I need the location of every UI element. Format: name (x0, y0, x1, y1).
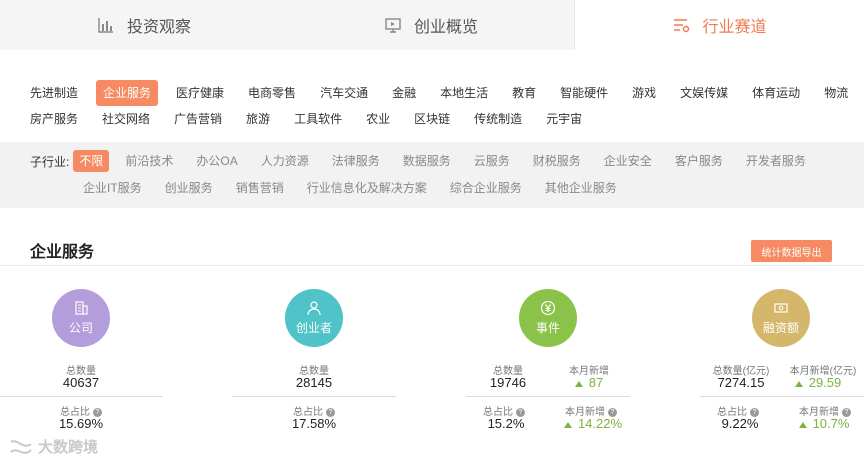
industry-row: 房产服务 社交网络 广告营销 旅游 工具软件 农业 区块链 传统制造 元宇宙 (30, 106, 850, 132)
building-icon (75, 301, 88, 315)
industry-item[interactable]: 房产服务 (30, 106, 78, 132)
divider (700, 396, 864, 397)
founder-ratio-value: 17.58% (291, 416, 337, 431)
sub-industry-item[interactable]: 开发者服务 (746, 150, 806, 172)
sub-industry-item[interactable]: 数据服务 (403, 150, 451, 172)
funding-stat-circle: 融资额 (752, 289, 810, 347)
watermark-text: 大数跨境 (38, 439, 99, 456)
event-label: 事件 (535, 321, 560, 335)
sub-industry-item[interactable]: 办公OA (196, 150, 237, 172)
sub-industry-item[interactable]: 企业安全 (604, 150, 652, 172)
industry-item[interactable]: 先进制造 (30, 80, 78, 106)
industry-item[interactable]: 广告营销 (174, 106, 222, 132)
event-month-ratio-value: 14.22% (553, 416, 633, 431)
company-label: 公司 (68, 321, 93, 335)
sub-industry-item[interactable]: 销售营销 (236, 177, 284, 199)
industry-item[interactable]: 社交网络 (102, 106, 150, 132)
sub-industry-label: 子行业: (30, 154, 70, 169)
industry-item[interactable]: 工具软件 (294, 106, 342, 132)
sub-industry-row: 子行业: 不限 前沿技术 办公OA 人力资源 法律服务 数据服务 云服务 财税服… (30, 150, 829, 172)
sub-industry-item-active[interactable]: 不限 (73, 150, 110, 172)
tab-label: 投资观察 (126, 19, 191, 36)
funding-label: 融资额 (762, 321, 799, 335)
funding-total-value: 7274.15 (717, 375, 765, 390)
filter-list-icon (674, 19, 690, 33)
money-bill-icon (774, 303, 788, 313)
funding-month-value: 29.59 (778, 375, 858, 390)
watermark-logo-icon (10, 439, 32, 454)
top-tab-bar: 投资观察 创业概览 行业赛道 (0, 0, 864, 50)
industry-item[interactable]: 医疗健康 (176, 80, 224, 106)
industry-item[interactable]: 汽车交通 (320, 80, 368, 106)
presentation-icon (385, 18, 401, 33)
export-stats-button[interactable]: 统计数据导出 (751, 240, 832, 262)
industry-item[interactable]: 传统制造 (474, 106, 522, 132)
sub-industry-item[interactable]: 综合企业服务 (450, 177, 522, 199)
founder-total-value: 28145 (295, 375, 333, 390)
industry-item[interactable]: 电商零售 (248, 80, 296, 106)
industry-row: 先进制造 企业服务 医疗健康 电商零售 汽车交通 金融 本地生活 教育 智能硬件… (30, 80, 850, 106)
funding-ratio-value: 9.22% (721, 416, 759, 431)
sub-industry-item[interactable]: 财税服务 (533, 150, 581, 172)
industry-item[interactable]: 本地生活 (440, 80, 488, 106)
industry-item[interactable]: 游戏 (632, 80, 656, 106)
industry-item[interactable]: 教育 (512, 80, 536, 106)
sub-industry-item[interactable]: 云服务 (474, 150, 510, 172)
company-total-value: 40637 (62, 375, 100, 390)
industry-item[interactable]: 文娱传媒 (680, 80, 728, 106)
sub-industry-row: 企业IT服务 创业服务 销售营销 行业信息化及解决方案 综合企业服务 其他企业服… (83, 177, 640, 199)
industry-item[interactable]: 智能硬件 (560, 80, 608, 106)
tab-startup-overview[interactable]: 创业概览 (288, 0, 574, 50)
event-month-value: 87 (549, 375, 629, 390)
up-arrow-icon (563, 421, 572, 428)
industry-item[interactable]: 金融 (392, 80, 416, 106)
sub-industry-item[interactable]: 创业服务 (165, 177, 213, 199)
industry-item[interactable]: 物流 (824, 80, 848, 106)
up-arrow-icon (794, 380, 803, 387)
tab-industry-track[interactable]: 行业赛道 (574, 0, 864, 50)
sub-industry-item[interactable]: 其他企业服务 (545, 177, 617, 199)
divider (232, 396, 396, 397)
industry-category-list: 先进制造 企业服务 医疗健康 电商零售 汽车交通 金融 本地生活 教育 智能硬件… (30, 80, 850, 132)
sub-industry-item[interactable]: 客户服务 (675, 150, 723, 172)
company-ratio-value: 15.69% (58, 416, 104, 431)
bar-chart-icon (98, 18, 113, 33)
industry-item-active[interactable]: 企业服务 (96, 80, 159, 106)
industry-item[interactable]: 农业 (366, 106, 390, 132)
up-arrow-icon (798, 421, 807, 428)
sub-industry-item[interactable]: 法律服务 (332, 150, 380, 172)
sub-industry-item[interactable]: 企业IT服务 (83, 177, 142, 199)
funding-month-ratio-value: 10.7% (784, 416, 864, 431)
watermark: 大数跨境 (8, 436, 98, 457)
tab-label: 行业赛道 (702, 19, 767, 36)
industry-item[interactable]: 元宇宙 (546, 106, 582, 132)
sub-industry-item[interactable]: 前沿技术 (125, 150, 173, 172)
industry-item[interactable]: 体育运动 (752, 80, 800, 106)
event-total-value: 19746 (489, 375, 527, 390)
event-stat-circle: 事件 (519, 289, 577, 347)
user-icon (307, 301, 321, 316)
tab-investment-observation[interactable]: 投资观察 (0, 0, 288, 50)
industry-item[interactable]: 区块链 (414, 106, 450, 132)
founder-stat-circle: 创业者 (285, 289, 343, 347)
industry-item[interactable]: 旅游 (246, 106, 270, 132)
company-stat-circle: 公司 (52, 289, 110, 347)
sub-industry-panel: 子行业: 不限 前沿技术 办公OA 人力资源 法律服务 数据服务 云服务 财税服… (0, 142, 864, 208)
divider (466, 396, 630, 397)
event-ratio-value: 15.2% (487, 416, 525, 431)
sub-industry-item[interactable]: 人力资源 (261, 150, 309, 172)
tab-label: 创业概览 (413, 19, 478, 36)
divider (0, 396, 163, 397)
up-arrow-icon (574, 380, 583, 387)
sub-industry-item[interactable]: 行业信息化及解决方案 (307, 177, 427, 199)
section-divider (0, 265, 864, 266)
section-title: 企业服务 (30, 244, 95, 261)
yuan-icon (540, 300, 556, 316)
founder-label: 创业者 (295, 321, 332, 335)
